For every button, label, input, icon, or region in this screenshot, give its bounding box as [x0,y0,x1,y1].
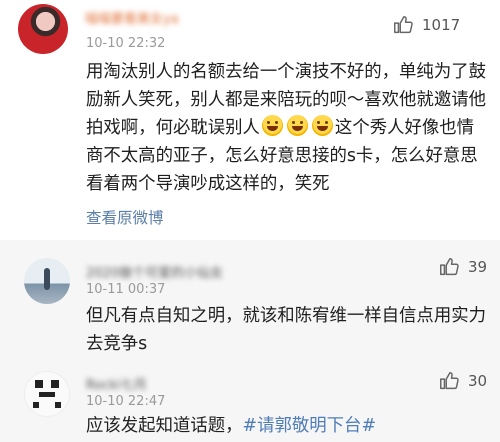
avatar[interactable] [24,258,70,304]
like-button[interactable]: 30 [438,370,487,392]
like-button[interactable]: 1017 [392,14,460,36]
thumbs-up-icon [440,372,459,390]
timestamp: 10-10 22:32 [86,36,166,51]
grin-emoji-icon [286,115,308,136]
username[interactable]: 2020做个可爱的小仙女 [86,262,223,281]
timestamp: 10-11 00:37 [86,282,166,297]
like-count: 39 [468,258,488,276]
comment-text: 用淘汰别人的名额去给一个演技不好的，单纯为了鼓励新人笑死，别人都是来陪玩的呗～喜… [86,58,490,198]
hashtag-link[interactable]: #请郭敬明下台# [243,416,377,436]
reply-text: 应该发起知道话题，#请郭敬明下台# [86,412,490,440]
username[interactable]: Rocki七月 [86,374,147,393]
like-button[interactable]: 39 [438,256,487,278]
avatar[interactable] [24,371,70,417]
thumbs-up-icon [440,258,459,276]
reply-text: 但凡有点自知之明，就该和陈宥维一样自信点用实力去竞争s [86,306,486,354]
avatar[interactable] [18,4,68,54]
grin-emoji-icon [261,115,283,136]
grin-emoji-icon [311,115,333,136]
view-original-link[interactable]: 查看原微博 [86,206,164,228]
main-comment: 喵喵要看美女ya 10-10 22:32 1017 用淘汰别人的名额去给一个演技… [0,0,500,240]
username[interactable]: 喵喵要看美女ya [85,8,179,27]
like-count: 1017 [422,16,461,34]
timestamp: 10-10 22:47 [86,394,166,409]
like-count: 30 [468,372,488,390]
reply-text-prefix: 应该发起知道话题， [86,416,243,436]
thumbs-up-icon [394,16,413,34]
